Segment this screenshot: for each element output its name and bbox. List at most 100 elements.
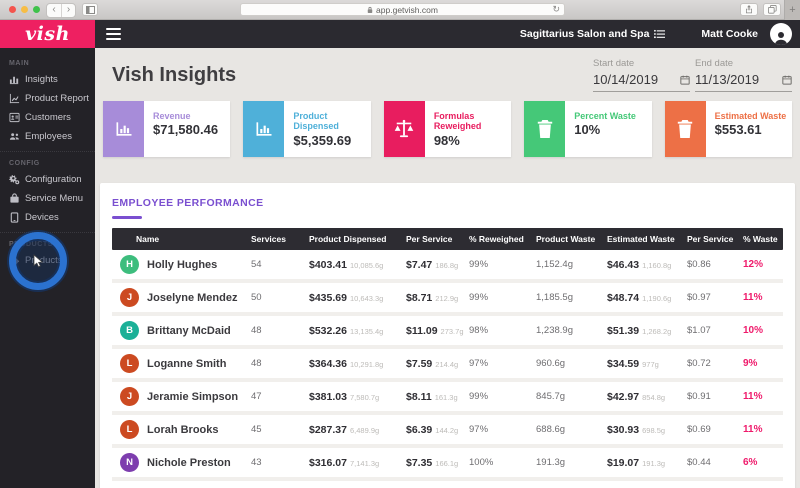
stat-label: Percent Waste — [574, 111, 636, 121]
sidebar-item-product-report[interactable]: Product Report — [0, 89, 95, 108]
tablet-icon — [9, 212, 20, 223]
waste-per-service-value: $0.72 — [687, 358, 743, 369]
reweighed-value: 99% — [469, 292, 536, 303]
dispensed-grams: 7,580.7g — [350, 393, 379, 402]
sidebar-item-service-menu[interactable]: Service Menu — [0, 189, 95, 208]
window-controls[interactable] — [9, 6, 40, 13]
mouse-cursor-icon — [33, 254, 44, 268]
est-waste-cell: $51.391,268.2g — [607, 325, 687, 337]
start-date-field: Start date 10/14/2019 — [593, 58, 690, 92]
sidebar-item-devices[interactable]: Devices — [0, 208, 95, 227]
services-value: 45 — [251, 424, 309, 435]
share-button[interactable] — [740, 3, 758, 16]
est-waste-cell: $34.59977g — [607, 358, 687, 370]
salon-selector[interactable]: Sagittarius Salon and Spa — [520, 28, 666, 40]
dispensed-cell: $364.3610,291.8g — [309, 358, 406, 370]
scales-icon — [393, 119, 415, 139]
zoom-window-button[interactable] — [33, 6, 40, 13]
dispensed-value: $435.69 — [309, 292, 347, 304]
new-tab-button[interactable]: + — [784, 0, 800, 20]
minimize-window-button[interactable] — [21, 6, 28, 13]
avatar: N — [120, 453, 139, 472]
per-service-cell: $8.11161.3g — [406, 391, 469, 403]
employee-name: Lorah Brooks — [147, 424, 219, 436]
sidebar-item-customers[interactable]: Customers — [0, 108, 95, 127]
avatar: B — [120, 321, 139, 340]
sidebar-item-configuration[interactable]: Configuration — [0, 170, 95, 189]
waste-per-service-value: $0.97 — [687, 292, 743, 303]
start-date-input[interactable]: 10/14/2019 — [593, 72, 690, 92]
table-row[interactable]: J Joselyne Mendez 50 $435.6910,643.3g $8… — [112, 283, 783, 316]
stat-value: $553.61 — [715, 122, 787, 137]
app-topbar: Sagittarius Salon and Spa Matt Cooke — [95, 20, 800, 48]
dispensed-cell: $287.376,489.9g — [309, 424, 406, 436]
table-row[interactable]: L Lorah Brooks 45 $287.376,489.9g $6.391… — [112, 415, 783, 448]
dispensed-value: $287.37 — [309, 424, 347, 436]
stat-card-revenue: Revenue $71,580.46 — [103, 101, 230, 157]
column-header: Estimated Waste — [607, 234, 687, 244]
pct-waste-value: 9% — [743, 358, 783, 369]
employee-name: Holly Hughes — [147, 259, 217, 271]
sidebar-item-employees[interactable]: Employees — [0, 127, 95, 146]
page-header: Vish Insights Start date 10/14/2019 End … — [100, 48, 795, 92]
cursor-highlight — [9, 232, 67, 290]
employee-table: NameServicesProduct DispensedPer Service… — [112, 228, 783, 481]
back-button[interactable]: ‹ — [47, 4, 61, 17]
waste-per-service-value: $0.69 — [687, 424, 743, 435]
table-row[interactable]: H Holly Hughes 54 $403.4110,085.6g $7.47… — [112, 250, 783, 283]
user-avatar[interactable] — [770, 23, 792, 45]
card-icon-block — [384, 101, 425, 157]
table-row[interactable]: N Nichole Preston 43 $316.077,141.3g $7.… — [112, 448, 783, 481]
pct-waste-value: 11% — [743, 391, 783, 402]
waste-per-service-value: $0.86 — [687, 259, 743, 270]
tab-overview-button[interactable] — [763, 3, 781, 16]
est-waste-cell: $42.97854.8g — [607, 391, 687, 403]
est-waste-cell: $30.93698.5g — [607, 424, 687, 436]
forward-button[interactable]: › — [61, 4, 75, 17]
table-row[interactable]: J Jeramie Simpson 47 $381.037,580.7g $8.… — [112, 382, 783, 415]
waste-grams-value: 1,152.4g — [536, 259, 607, 270]
per-service-grams: 166.1g — [435, 459, 458, 468]
id-card-icon — [9, 112, 20, 123]
lock-icon — [367, 6, 373, 14]
est-waste-grams: 1,268.2g — [642, 327, 671, 336]
table-row[interactable]: L Loganne Smith 48 $364.3610,291.8g $7.5… — [112, 349, 783, 382]
table-row[interactable]: B Brittany McDaid 48 $532.2613,135.4g $1… — [112, 316, 783, 349]
reload-button[interactable]: ↻ — [552, 4, 560, 15]
stat-label: Estimated Waste — [715, 111, 787, 121]
per-service-grams: 214.4g — [435, 360, 458, 369]
employee-name: Nichole Preston — [147, 457, 231, 469]
est-waste-value: $48.74 — [607, 292, 639, 304]
pct-waste-value: 11% — [743, 292, 783, 303]
column-header: Per Service — [406, 234, 469, 244]
table-header: NameServicesProduct DispensedPer Service… — [112, 228, 783, 250]
name-cell: J Jeramie Simpson — [112, 387, 251, 406]
est-waste-value: $19.07 — [607, 457, 639, 469]
per-service-grams: 273.7g — [441, 327, 464, 336]
reweighed-value: 97% — [469, 358, 536, 369]
waste-grams-value: 688.6g — [536, 424, 607, 435]
trash-icon — [536, 119, 554, 139]
trash-icon — [676, 119, 694, 139]
reweighed-value: 98% — [469, 325, 536, 336]
dispensed-grams: 7,141.3g — [350, 459, 379, 468]
column-header: % Reweighed — [469, 234, 536, 244]
stat-card-percent-waste: Percent Waste 10% — [524, 101, 651, 157]
tab-employee-performance[interactable]: EMPLOYEE PERFORMANCE — [112, 197, 264, 209]
avatar: H — [120, 255, 139, 274]
section-label: MAIN — [0, 57, 95, 70]
name-cell: J Joselyne Mendez — [112, 288, 251, 307]
dispensed-grams: 13,135.4g — [350, 327, 383, 336]
menu-toggle-button[interactable] — [106, 28, 121, 41]
vish-logo[interactable]: vish — [0, 20, 95, 48]
address-bar[interactable]: app.getvish.com ↻ — [240, 3, 565, 16]
reweighed-value: 99% — [469, 391, 536, 402]
browser-sidebar-button[interactable] — [82, 3, 98, 16]
sidebar-item-insights[interactable]: Insights — [0, 70, 95, 89]
user-name: Matt Cooke — [701, 28, 758, 40]
end-date-input[interactable]: 11/13/2019 — [695, 72, 792, 92]
close-window-button[interactable] — [9, 6, 16, 13]
est-waste-grams: 977g — [642, 360, 659, 369]
end-date-field: End date 11/13/2019 — [695, 58, 792, 92]
dispensed-grams: 10,085.6g — [350, 261, 383, 270]
